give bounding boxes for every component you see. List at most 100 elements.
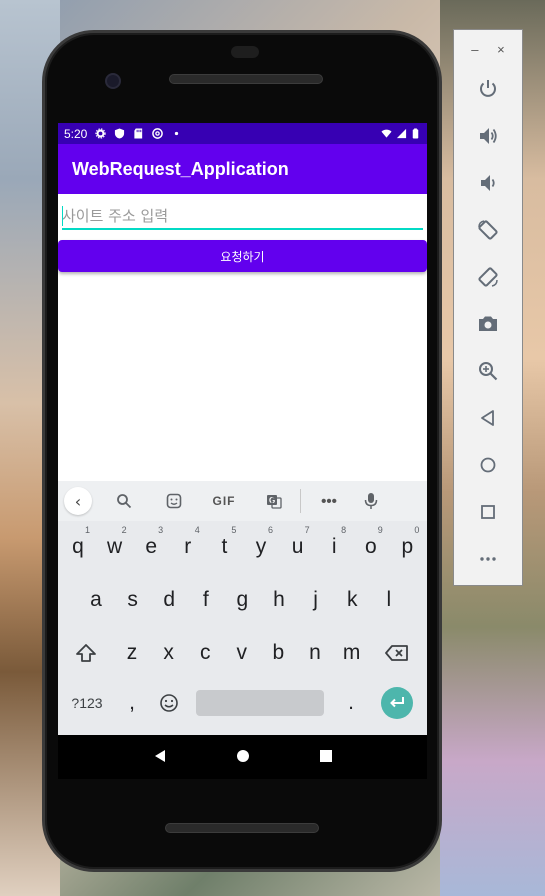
backspace-key[interactable] bbox=[379, 631, 415, 675]
more-icon[interactable] bbox=[454, 535, 522, 582]
key-f[interactable]: f bbox=[188, 578, 224, 622]
keyboard-row-4: ?123 , . bbox=[58, 680, 427, 733]
toolbar-divider bbox=[300, 489, 301, 513]
soft-keyboard: ‹ GIF G ••• q1w2e3r4t5y6u7i8o9p0 asdfghj… bbox=[58, 481, 427, 735]
enter-key[interactable] bbox=[381, 687, 413, 719]
key-w[interactable]: w2 bbox=[97, 525, 133, 569]
settings-icon bbox=[95, 128, 106, 139]
key-z[interactable]: z bbox=[114, 631, 150, 675]
sticker-icon[interactable] bbox=[156, 487, 192, 515]
comma-key[interactable]: , bbox=[114, 681, 150, 725]
key-number-hint: 1 bbox=[84, 525, 90, 535]
key-label: r bbox=[184, 535, 192, 558]
zoom-icon[interactable] bbox=[454, 347, 522, 394]
emulator-control-panel: – × bbox=[453, 29, 523, 586]
key-u[interactable]: u7 bbox=[280, 525, 316, 569]
key-e[interactable]: e3 bbox=[133, 525, 169, 569]
volume-down-icon[interactable] bbox=[454, 159, 522, 206]
key-y[interactable]: y6 bbox=[243, 525, 279, 569]
key-o[interactable]: o9 bbox=[353, 525, 389, 569]
key-r[interactable]: r4 bbox=[170, 525, 206, 569]
key-l[interactable]: l bbox=[371, 578, 407, 622]
key-label: q bbox=[72, 535, 84, 558]
battery-icon bbox=[412, 128, 419, 139]
key-g[interactable]: g bbox=[224, 578, 260, 622]
keyboard-toolbar: ‹ GIF G ••• bbox=[58, 481, 427, 521]
key-h[interactable]: h bbox=[261, 578, 297, 622]
home-icon[interactable] bbox=[454, 441, 522, 488]
status-bar: 5:20 bbox=[58, 123, 427, 144]
keyboard-row-1: q1w2e3r4t5y6u7i8o9p0 bbox=[58, 521, 427, 574]
proximity-sensor bbox=[231, 46, 259, 58]
key-label: u bbox=[291, 535, 304, 558]
key-v[interactable]: v bbox=[224, 631, 260, 675]
key-label: p bbox=[401, 535, 414, 558]
power-icon[interactable] bbox=[454, 65, 522, 112]
navigation-bar bbox=[58, 735, 427, 779]
request-button[interactable]: 요청하기 bbox=[58, 240, 427, 272]
mic-icon[interactable] bbox=[353, 487, 389, 515]
key-number-hint: 3 bbox=[158, 525, 164, 535]
key-label: i bbox=[331, 535, 337, 558]
key-t[interactable]: t5 bbox=[206, 525, 242, 569]
close-button[interactable]: × bbox=[497, 42, 505, 57]
shift-key[interactable] bbox=[68, 631, 104, 675]
space-key[interactable] bbox=[196, 690, 324, 716]
shield-icon bbox=[115, 128, 125, 139]
overview-icon[interactable] bbox=[454, 488, 522, 535]
gif-button[interactable]: GIF bbox=[206, 487, 242, 515]
overview-icon[interactable] bbox=[311, 748, 341, 767]
front-camera bbox=[105, 73, 121, 89]
key-x[interactable]: x bbox=[151, 631, 187, 675]
period-key[interactable]: . bbox=[333, 681, 369, 725]
key-label: t bbox=[221, 535, 228, 558]
key-number-hint: 2 bbox=[121, 525, 127, 535]
rotate-left-icon[interactable] bbox=[454, 206, 522, 253]
key-j[interactable]: j bbox=[298, 578, 334, 622]
app-title: WebRequest_Application bbox=[72, 158, 289, 179]
key-n[interactable]: n bbox=[297, 631, 333, 675]
key-label: o bbox=[364, 535, 377, 558]
key-a[interactable]: a bbox=[78, 578, 114, 622]
key-number-hint: 6 bbox=[267, 525, 273, 535]
dot-icon bbox=[175, 131, 179, 136]
earpiece-speaker bbox=[169, 74, 323, 84]
url-input[interactable] bbox=[62, 204, 423, 230]
app-bar: WebRequest_Application bbox=[58, 144, 427, 194]
key-number-hint: 7 bbox=[304, 525, 310, 535]
key-number-hint: 5 bbox=[231, 525, 237, 535]
sd-card-icon bbox=[134, 128, 143, 139]
home-icon[interactable] bbox=[228, 748, 258, 767]
key-s[interactable]: s bbox=[115, 578, 151, 622]
back-icon[interactable] bbox=[454, 394, 522, 441]
key-label: e bbox=[145, 535, 158, 558]
rotate-right-icon[interactable] bbox=[454, 253, 522, 300]
search-icon[interactable] bbox=[106, 487, 142, 515]
key-label: y bbox=[255, 535, 267, 558]
back-icon[interactable] bbox=[145, 748, 175, 767]
key-c[interactable]: c bbox=[187, 631, 223, 675]
key-b[interactable]: b bbox=[260, 631, 296, 675]
keyboard-back-icon[interactable]: ‹ bbox=[64, 487, 92, 515]
key-label: w bbox=[107, 535, 123, 558]
key-number-hint: 8 bbox=[341, 525, 347, 535]
status-time: 5:20 bbox=[64, 126, 88, 141]
translate-icon[interactable]: G bbox=[256, 487, 292, 515]
symbols-key[interactable]: ?123 bbox=[66, 681, 108, 725]
bottom-speaker bbox=[165, 823, 319, 833]
key-p[interactable]: p0 bbox=[389, 525, 425, 569]
volume-up-icon[interactable] bbox=[454, 112, 522, 159]
key-number-hint: 9 bbox=[377, 525, 383, 535]
minimize-button[interactable]: – bbox=[471, 42, 478, 57]
emoji-icon[interactable] bbox=[151, 681, 187, 725]
key-i[interactable]: i8 bbox=[316, 525, 352, 569]
at-sign-icon bbox=[152, 128, 164, 139]
key-k[interactable]: k bbox=[334, 578, 370, 622]
device-screen: 5:20 WebRequest_Application 요청하기 ‹ bbox=[58, 123, 427, 735]
key-q[interactable]: q1 bbox=[60, 525, 96, 569]
emulator-window-controls: – × bbox=[454, 30, 522, 68]
key-m[interactable]: m bbox=[334, 631, 370, 675]
camera-icon[interactable] bbox=[454, 300, 522, 347]
key-d[interactable]: d bbox=[151, 578, 187, 622]
more-icon[interactable]: ••• bbox=[311, 487, 347, 515]
